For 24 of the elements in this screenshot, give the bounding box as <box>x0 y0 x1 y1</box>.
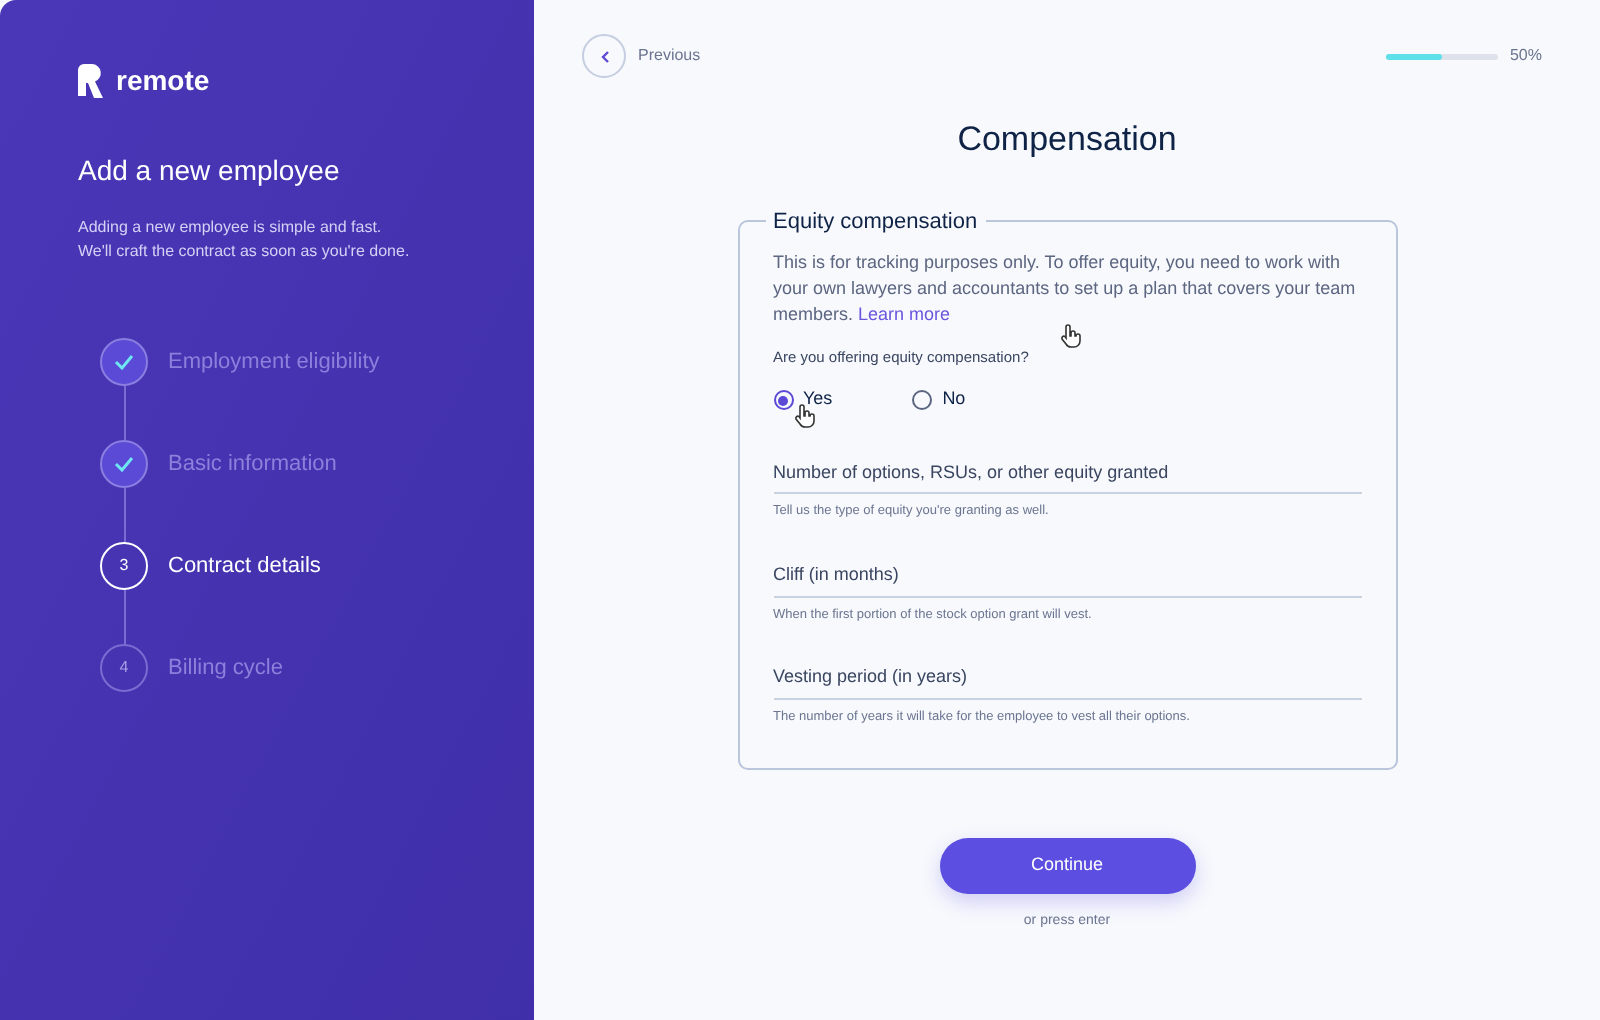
step-label[interactable]: Contract details <box>168 549 321 583</box>
step-number: 4 <box>100 644 148 692</box>
page-title: Compensation <box>957 118 1177 162</box>
radio-icon[interactable] <box>912 390 933 410</box>
previous-label[interactable]: Previous <box>638 44 701 68</box>
equity-description: This is for tracking purposes only. To offer equity, you need to work with your own lawyers and accountants to set up a plan that covers your team members. Learn more <box>773 250 1358 328</box>
step-number: 3 <box>100 542 148 590</box>
learn-more-link[interactable]: Learn more <box>858 304 951 324</box>
continue-button[interactable]: Continue <box>939 837 1195 893</box>
radio-option[interactable]: Yes <box>773 386 833 414</box>
input-field[interactable]: Number of options, RSUs, or other equity granted <box>773 459 1361 495</box>
radio-option[interactable]: No <box>912 386 966 414</box>
logo-icon <box>78 64 104 98</box>
sidebar-subtitle: Adding a new employee is simple and fast. We'll craft the contract as soon as you're done. <box>78 216 412 264</box>
radio-icon[interactable] <box>773 390 793 410</box>
card-legend: Equity compensation <box>765 205 986 238</box>
sidebar-title: Add a new employee <box>78 152 342 190</box>
input-field[interactable]: Cliff (in months) <box>773 562 1361 597</box>
logo-text: remote <box>116 62 210 100</box>
input-field[interactable]: Vesting period (in years) <box>773 664 1361 700</box>
chevron-left-icon <box>599 49 609 63</box>
progress-reading: 50% <box>1509 44 1542 68</box>
hand-cursor-icon <box>1059 324 1081 348</box>
hand-cursor-icon <box>793 404 815 429</box>
